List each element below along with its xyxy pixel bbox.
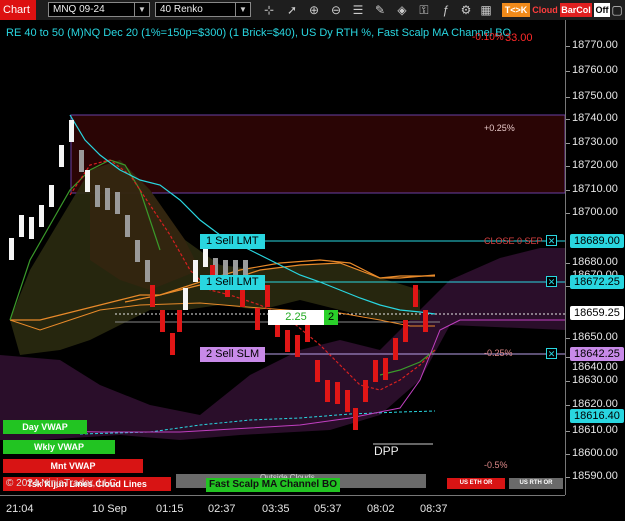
copyright-text: © 2024 NinjaTrader, LLC [6, 478, 117, 489]
us-rth-or-button[interactable]: US RTH OR [509, 478, 563, 489]
indicator-icon[interactable]: ƒ [438, 2, 454, 18]
header-pct-value: -0.10% [472, 32, 504, 43]
cloud-toggle-button[interactable]: Cloud [531, 3, 559, 17]
price-tick: 18720.00 [572, 159, 618, 171]
sell-lmt-2-order[interactable]: 1 Sell LMT [200, 275, 265, 290]
last-price-marker: 18659.25 [570, 306, 624, 320]
pct-minus2-label: -0.5% [484, 460, 508, 470]
price-axis[interactable]: 18770.00 18760.00 18750.00 18740.00 1873… [565, 20, 625, 495]
time-axis[interactable]: 21:04 10 Sep 01:15 02:37 03:35 05:37 08:… [0, 495, 565, 521]
day-vwap-label[interactable]: Day VWAP [3, 420, 87, 434]
cancel-order-icon[interactable]: ✕ [546, 348, 557, 359]
price-tick: 18730.00 [572, 136, 618, 148]
price-tick: 18590.00 [572, 470, 618, 482]
mnt-vwap-label[interactable]: Mnt VWAP [3, 459, 143, 473]
properties-icon[interactable]: ☰ [350, 2, 366, 18]
price-chart-panel[interactable]: RE 40 to 50 (M)NQ Dec 20 (1%=150p=$300) … [0, 20, 565, 495]
chart-header: RE 40 to 50 (M)NQ Dec 20 (1%=150p=$300) … [6, 27, 512, 39]
dpp-label: DPP [374, 444, 399, 458]
pct-plus-label: +0.25% [484, 123, 515, 133]
bar-type-value: 40 Renko [160, 4, 203, 15]
price-tick: 18600.00 [572, 447, 618, 459]
chart-tab[interactable]: Chart [0, 0, 36, 20]
sell-lmt-1-order[interactable]: 1 Sell LMT [200, 234, 265, 249]
zoom-in-icon[interactable]: ⊕ [306, 2, 322, 18]
price-tick: 18680.00 [572, 256, 618, 268]
us-eth-or-button[interactable]: US ETH OR [447, 478, 505, 489]
position-qty[interactable]: 2 [324, 310, 338, 325]
chevron-down-icon: ▼ [134, 3, 149, 16]
time-tick: 08:02 [367, 503, 395, 515]
strategy-icon[interactable]: ⚙ [458, 2, 474, 18]
time-tick: 01:15 [156, 503, 184, 515]
time-tick: 08:37 [420, 503, 448, 515]
price-tick: 18760.00 [572, 64, 618, 76]
price-tick: 18640.00 [572, 361, 618, 373]
close-label: CLOSE 0 SEP [484, 236, 543, 246]
price-tick: 18770.00 [572, 39, 618, 51]
price-tick: 18630.00 [572, 374, 618, 386]
time-tick: 10 Sep [92, 503, 127, 515]
barcol-toggle-button[interactable]: BarCol [560, 3, 592, 17]
price-tick: 18610.00 [572, 424, 618, 436]
vwap-price-marker: 18616.40 [570, 409, 624, 423]
price-tick: 18710.00 [572, 183, 618, 195]
time-tick: 21:04 [6, 503, 34, 515]
price-tick: 18740.00 [572, 112, 618, 124]
fast-scalp-button[interactable]: Fast Scalp MA Channel BO [206, 478, 340, 492]
position-pnl[interactable]: 2.25 [268, 310, 324, 325]
wkly-vwap-label[interactable]: Wkly VWAP [3, 440, 115, 454]
price-tick: 18650.00 [572, 331, 618, 343]
time-tick: 03:35 [262, 503, 290, 515]
pointer-icon[interactable]: ➚ [284, 2, 300, 18]
price-tick: 18750.00 [572, 90, 618, 102]
bar-type-selector[interactable]: 40 Renko ▼ [155, 2, 251, 17]
sell-lmt-2-price: 18672.25 [570, 275, 624, 289]
checkbox-icon[interactable]: ▢ [610, 2, 624, 18]
template-icon[interactable]: ▦ [478, 2, 494, 18]
tk-toggle-button[interactable]: T<>K [502, 3, 530, 17]
shapes-icon[interactable]: ◈ [394, 2, 410, 18]
drawing-icon[interactable]: ✎ [372, 2, 388, 18]
off-toggle-button[interactable]: Off [594, 3, 610, 17]
header-price-value: 33.00 [505, 32, 533, 44]
crosshair-icon[interactable]: ⊹ [261, 2, 277, 18]
chart-toolbar: Chart MNQ 09-24 ▼ 40 Renko ▼ ⊹ ➚ ⊕ ⊖ ☰ ✎… [0, 0, 625, 21]
instrument-selector[interactable]: MNQ 09-24 ▼ [48, 2, 150, 17]
pct-minus-label: -0.25% [484, 348, 513, 358]
zoom-out-icon[interactable]: ⊖ [328, 2, 344, 18]
lock-icon[interactable]: ⚿ [416, 2, 432, 18]
time-tick: 02:37 [208, 503, 236, 515]
sell-lmt-1-price: 18689.00 [570, 234, 624, 248]
cancel-order-icon[interactable]: ✕ [546, 235, 557, 246]
chevron-down-icon: ▼ [235, 3, 250, 16]
instrument-value: MNQ 09-24 [53, 4, 105, 15]
sell-slm-order[interactable]: 2 Sell SLM [200, 347, 266, 362]
cancel-order-icon[interactable]: ✕ [546, 276, 557, 287]
time-tick: 05:37 [314, 503, 342, 515]
sell-slm-price: 18642.25 [570, 347, 624, 361]
price-tick: 18700.00 [572, 206, 618, 218]
